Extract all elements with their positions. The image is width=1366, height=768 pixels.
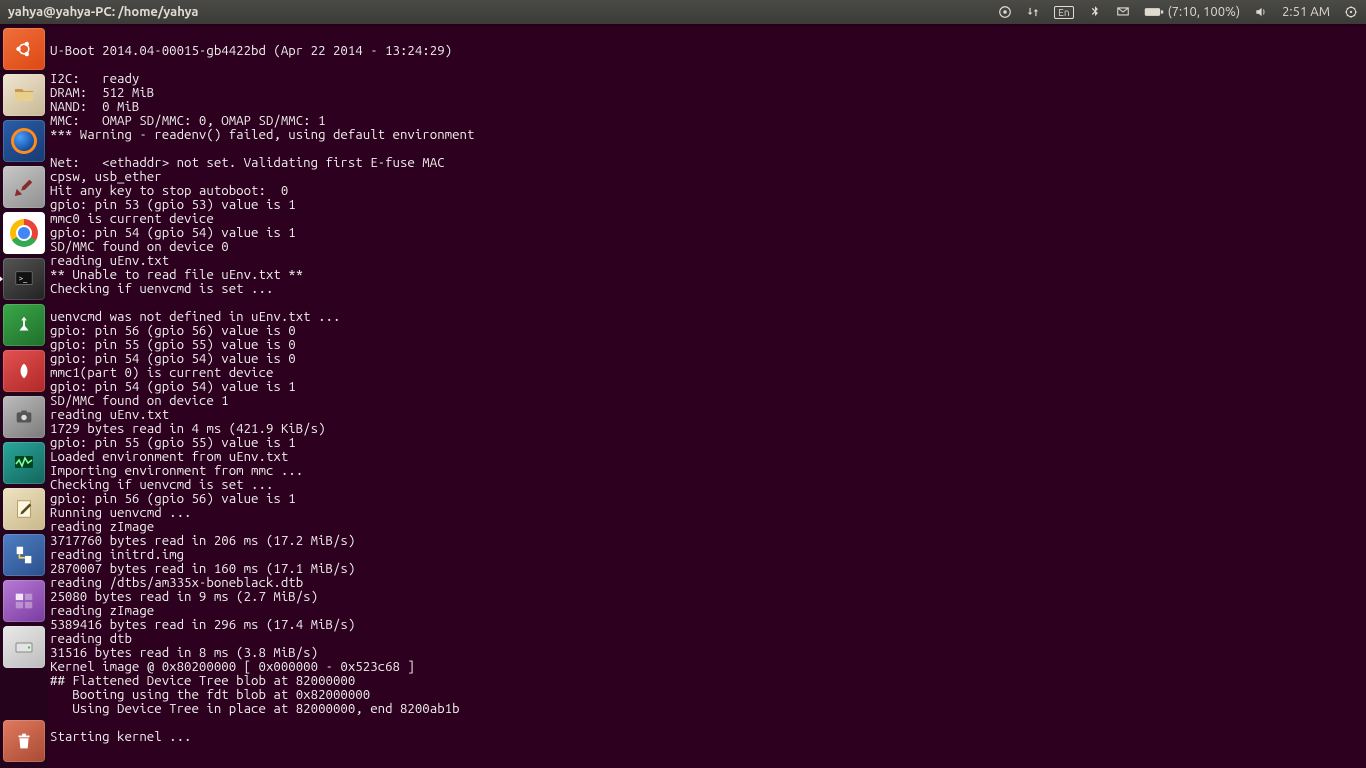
- network-tool-icon[interactable]: [3, 534, 45, 576]
- window-title: yahya@yahya-PC: /home/yahya: [8, 5, 199, 19]
- firefox-icon[interactable]: [3, 120, 45, 162]
- network-indicator-icon[interactable]: [1026, 5, 1040, 19]
- bluetooth-indicator-icon[interactable]: [1088, 5, 1102, 19]
- text-editor-icon[interactable]: [3, 488, 45, 530]
- files-icon[interactable]: [3, 74, 45, 116]
- removable-drive-icon[interactable]: [3, 626, 45, 668]
- pdf-reader-icon[interactable]: [3, 350, 45, 392]
- svg-text:>_: >_: [19, 273, 29, 283]
- chrome-icon[interactable]: [3, 212, 45, 254]
- keyboard-indicator[interactable]: En: [1054, 6, 1073, 19]
- green-app-icon[interactable]: [3, 304, 45, 346]
- session-indicator-icon[interactable]: [1344, 5, 1358, 19]
- settings-icon[interactable]: [3, 166, 45, 208]
- clock-indicator[interactable]: 2:51 AM: [1282, 5, 1330, 19]
- trash-icon[interactable]: [3, 720, 45, 762]
- terminal-icon[interactable]: >_: [3, 258, 45, 300]
- battery-text: (7:10, 100%): [1168, 5, 1241, 19]
- chrome-indicator-icon[interactable]: [998, 5, 1012, 19]
- screenshot-icon[interactable]: [3, 396, 45, 438]
- unity-launcher: >_: [0, 24, 48, 768]
- battery-indicator[interactable]: (7:10, 100%): [1144, 5, 1241, 19]
- system-monitor-icon[interactable]: [3, 442, 45, 484]
- terminal-output[interactable]: U-Boot 2014.04-00015-gb4422bd (Apr 22 20…: [48, 24, 1366, 768]
- sound-indicator-icon[interactable]: [1254, 5, 1268, 19]
- messages-indicator-icon[interactable]: [1116, 5, 1130, 19]
- dash-icon[interactable]: [3, 28, 45, 70]
- workspace-switcher-icon[interactable]: [3, 580, 45, 622]
- indicator-area: En (7:10, 100%) 2:51 AM: [998, 5, 1358, 19]
- top-menubar: yahya@yahya-PC: /home/yahya En (7:10, 10…: [0, 0, 1366, 24]
